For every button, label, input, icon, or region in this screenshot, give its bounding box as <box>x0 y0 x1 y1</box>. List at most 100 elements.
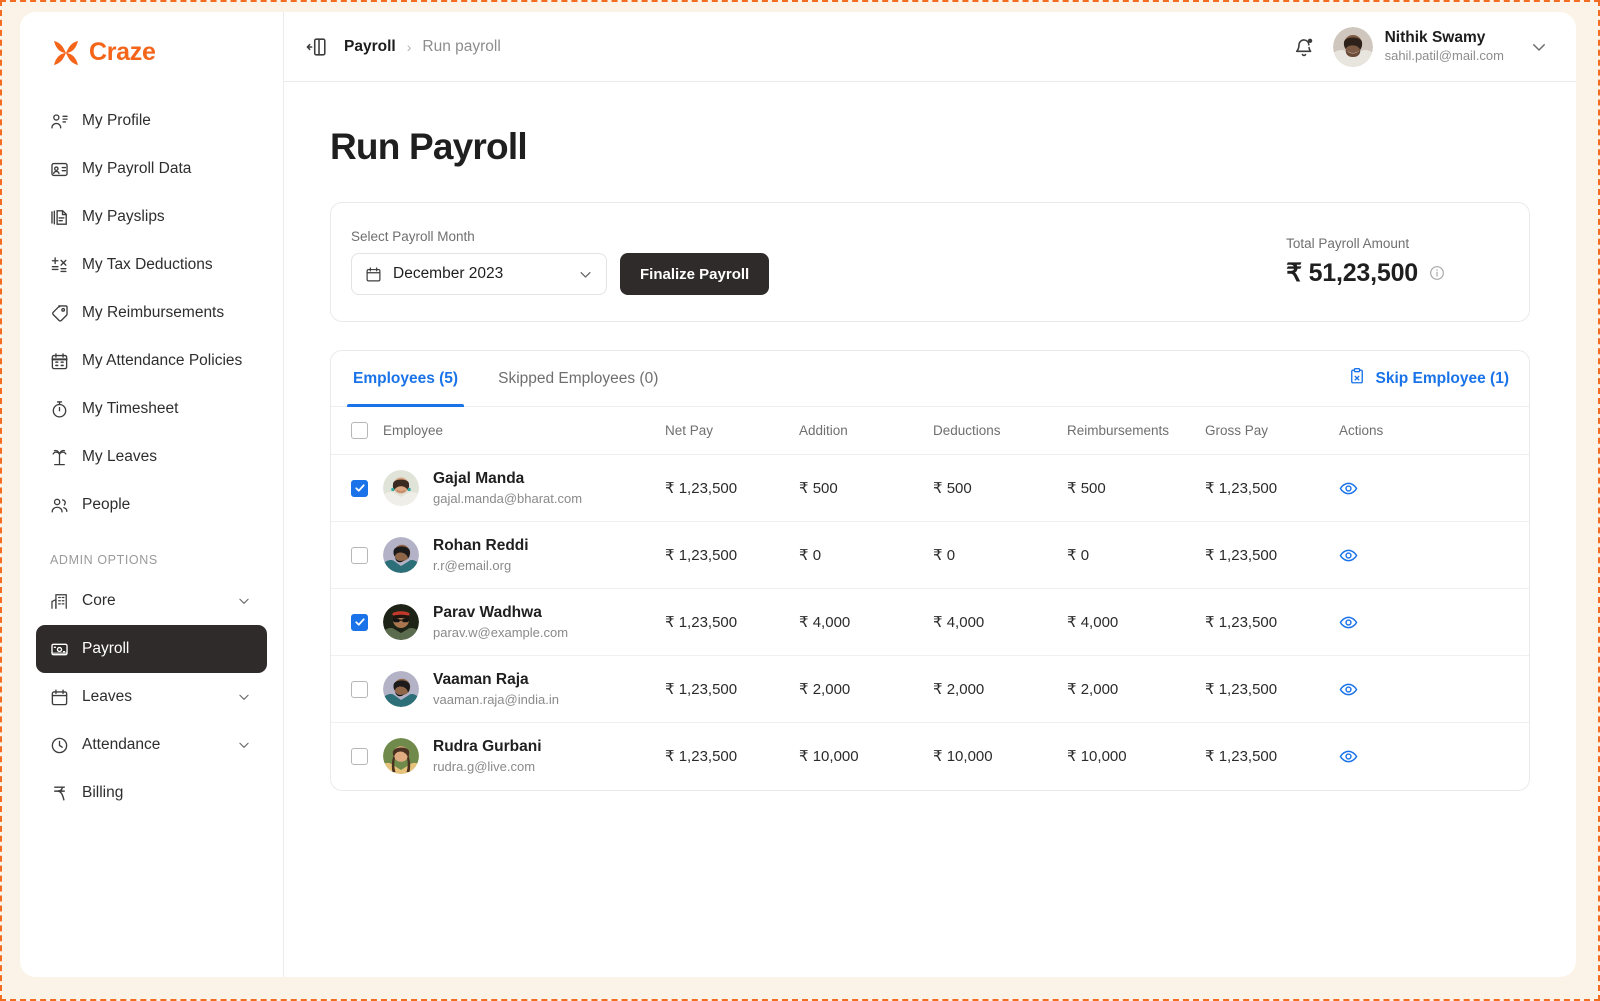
net-pay-cell: ₹ 1,23,500 <box>665 589 799 656</box>
actions-cell <box>1339 656 1529 723</box>
employee-cell: Gajal Manda gajal.manda@bharat.com <box>383 455 665 522</box>
column-header-addition: Addition <box>799 407 933 455</box>
chevron-down-icon[interactable] <box>237 690 251 704</box>
employees-table: Employee Net Pay Addition Deductions Rei… <box>331 407 1529 790</box>
sidebar-item-label: My Reimbursements <box>82 304 224 322</box>
sidebar-item-label: People <box>82 496 130 514</box>
tabs-bar: Employees (5) Skipped Employees (0) Skip… <box>331 351 1529 407</box>
chevron-down-icon[interactable] <box>237 738 251 752</box>
row-checkbox[interactable] <box>351 681 368 698</box>
actions-cell <box>1339 589 1529 656</box>
sidebar-item-label: Payroll <box>82 640 129 658</box>
sidebar-item-my-tax-deductions[interactable]: My Tax Deductions <box>36 241 267 289</box>
eye-view-icon[interactable] <box>1339 613 1358 632</box>
deductions-cell: ₹ 2,000 <box>933 656 1067 723</box>
table-header-row: Employee Net Pay Addition Deductions Rei… <box>331 407 1529 455</box>
selected-month-value: December 2023 <box>393 265 503 283</box>
employee-name: Vaaman Raja <box>433 670 559 690</box>
deductions-cell: ₹ 0 <box>933 522 1067 589</box>
column-header-gross-pay: Gross Pay <box>1205 407 1339 455</box>
eye-view-icon[interactable] <box>1339 747 1358 766</box>
payroll-month-select[interactable]: December 2023 <box>351 253 607 295</box>
sidebar: Craze My Profile My Payroll Data My Pays… <box>20 12 284 977</box>
row-select-cell <box>331 656 383 723</box>
employee-cell: Parav Wadhwa parav.w@example.com <box>383 589 665 656</box>
finalize-payroll-button[interactable]: Finalize Payroll <box>620 253 769 295</box>
user-menu[interactable]: Nithik Swamy sahil.patil@mail.com <box>1333 27 1504 67</box>
page-content: Run Payroll Select Payroll Month Decembe… <box>284 82 1576 977</box>
sidebar-item-my-payroll-data[interactable]: My Payroll Data <box>36 145 267 193</box>
sidebar-item-label: My Timesheet <box>82 400 178 418</box>
brand-name: Craze <box>89 38 156 67</box>
table-row[interactable]: Gajal Manda gajal.manda@bharat.com ₹ 1,2… <box>331 455 1529 522</box>
eye-view-icon[interactable] <box>1339 546 1358 565</box>
row-checkbox[interactable] <box>351 480 368 497</box>
sidebar-item-billing[interactable]: Billing <box>36 769 267 817</box>
skip-employee-button[interactable]: Skip Employee (1) <box>1348 367 1509 390</box>
notification-bell-icon[interactable] <box>1293 36 1315 58</box>
collapse-panel-icon[interactable] <box>306 36 328 58</box>
table-row[interactable]: Parav Wadhwa parav.w@example.com ₹ 1,23,… <box>331 589 1529 656</box>
eye-view-icon[interactable] <box>1339 680 1358 699</box>
employee-email: parav.w@example.com <box>433 624 568 642</box>
net-pay-cell: ₹ 1,23,500 <box>665 656 799 723</box>
eye-view-icon[interactable] <box>1339 479 1358 498</box>
actions-cell <box>1339 455 1529 522</box>
document-icon <box>50 208 69 227</box>
sidebar-item-payroll[interactable]: Payroll <box>36 625 267 673</box>
row-checkbox[interactable] <box>351 547 368 564</box>
avatar <box>383 604 419 640</box>
sidebar-item-my-timesheet[interactable]: My Timesheet <box>36 385 267 433</box>
sidebar-item-leaves[interactable]: Leaves <box>36 673 267 721</box>
building-icon <box>50 592 69 611</box>
tab-skipped-employees[interactable]: Skipped Employees (0) <box>496 351 660 407</box>
total-payroll-amount-row: ₹ 51,23,500 <box>1286 258 1445 288</box>
chevron-down-icon <box>578 267 593 282</box>
table-row[interactable]: Rudra Gurbani rudra.g@live.com ₹ 1,23,50… <box>331 723 1529 790</box>
select-all-checkbox[interactable] <box>351 422 368 439</box>
main-area: Payroll › Run payroll Nithik Swamy sahil… <box>284 12 1576 977</box>
sidebar-item-label: Leaves <box>82 688 132 706</box>
chevron-down-icon[interactable] <box>1530 38 1548 56</box>
brand-logo[interactable]: Craze <box>36 12 267 93</box>
sidebar-item-label: Core <box>82 592 116 610</box>
sidebar-item-my-profile[interactable]: My Profile <box>36 97 267 145</box>
row-checkbox[interactable] <box>351 614 368 631</box>
app-window: Craze My Profile My Payroll Data My Pays… <box>20 12 1576 977</box>
tax-calculator-icon <box>50 256 69 275</box>
employee-email: rudra.g@live.com <box>433 758 542 776</box>
table-row[interactable]: Rohan Reddi r.r@email.org ₹ 1,23,500 ₹ 0… <box>331 522 1529 589</box>
actions-cell <box>1339 723 1529 790</box>
info-circle-icon[interactable] <box>1429 265 1445 281</box>
column-header-reimbursements: Reimbursements <box>1067 407 1205 455</box>
sidebar-item-my-leaves[interactable]: My Leaves <box>36 433 267 481</box>
employee-identity: Rohan Reddi r.r@email.org <box>433 536 529 575</box>
sidebar-item-people[interactable]: People <box>36 481 267 529</box>
breadcrumb-parent[interactable]: Payroll <box>344 38 396 56</box>
employee-identity: Rudra Gurbani rudra.g@live.com <box>433 737 542 776</box>
sidebar-item-my-payslips[interactable]: My Payslips <box>36 193 267 241</box>
column-header-employee: Employee <box>383 407 665 455</box>
employee-email: r.r@email.org <box>433 557 529 575</box>
select-all-header <box>331 407 383 455</box>
sidebar-item-label: My Payroll Data <box>82 160 191 178</box>
clock-icon <box>50 736 69 755</box>
user-email: sahil.patil@mail.com <box>1385 48 1504 65</box>
sidebar-item-core[interactable]: Core <box>36 577 267 625</box>
row-select-cell <box>331 589 383 656</box>
user-profile-icon <box>50 112 69 131</box>
skip-employee-label: Skip Employee (1) <box>1375 370 1509 388</box>
sidebar-item-my-attendance-policies[interactable]: My Attendance Policies <box>36 337 267 385</box>
avatar <box>383 537 419 573</box>
column-header-net-pay: Net Pay <box>665 407 799 455</box>
addition-cell: ₹ 4,000 <box>799 589 933 656</box>
employee-name: Gajal Manda <box>433 469 582 489</box>
table-row[interactable]: Vaaman Raja vaaman.raja@india.in ₹ 1,23,… <box>331 656 1529 723</box>
tab-employees[interactable]: Employees (5) <box>351 351 460 407</box>
total-payroll-amount-label: Total Payroll Amount <box>1286 236 1445 251</box>
sidebar-item-attendance[interactable]: Attendance <box>36 721 267 769</box>
chevron-down-icon[interactable] <box>237 594 251 608</box>
row-checkbox[interactable] <box>351 748 368 765</box>
sidebar-item-my-reimbursements[interactable]: My Reimbursements <box>36 289 267 337</box>
reimbursements-cell: ₹ 10,000 <box>1067 723 1205 790</box>
